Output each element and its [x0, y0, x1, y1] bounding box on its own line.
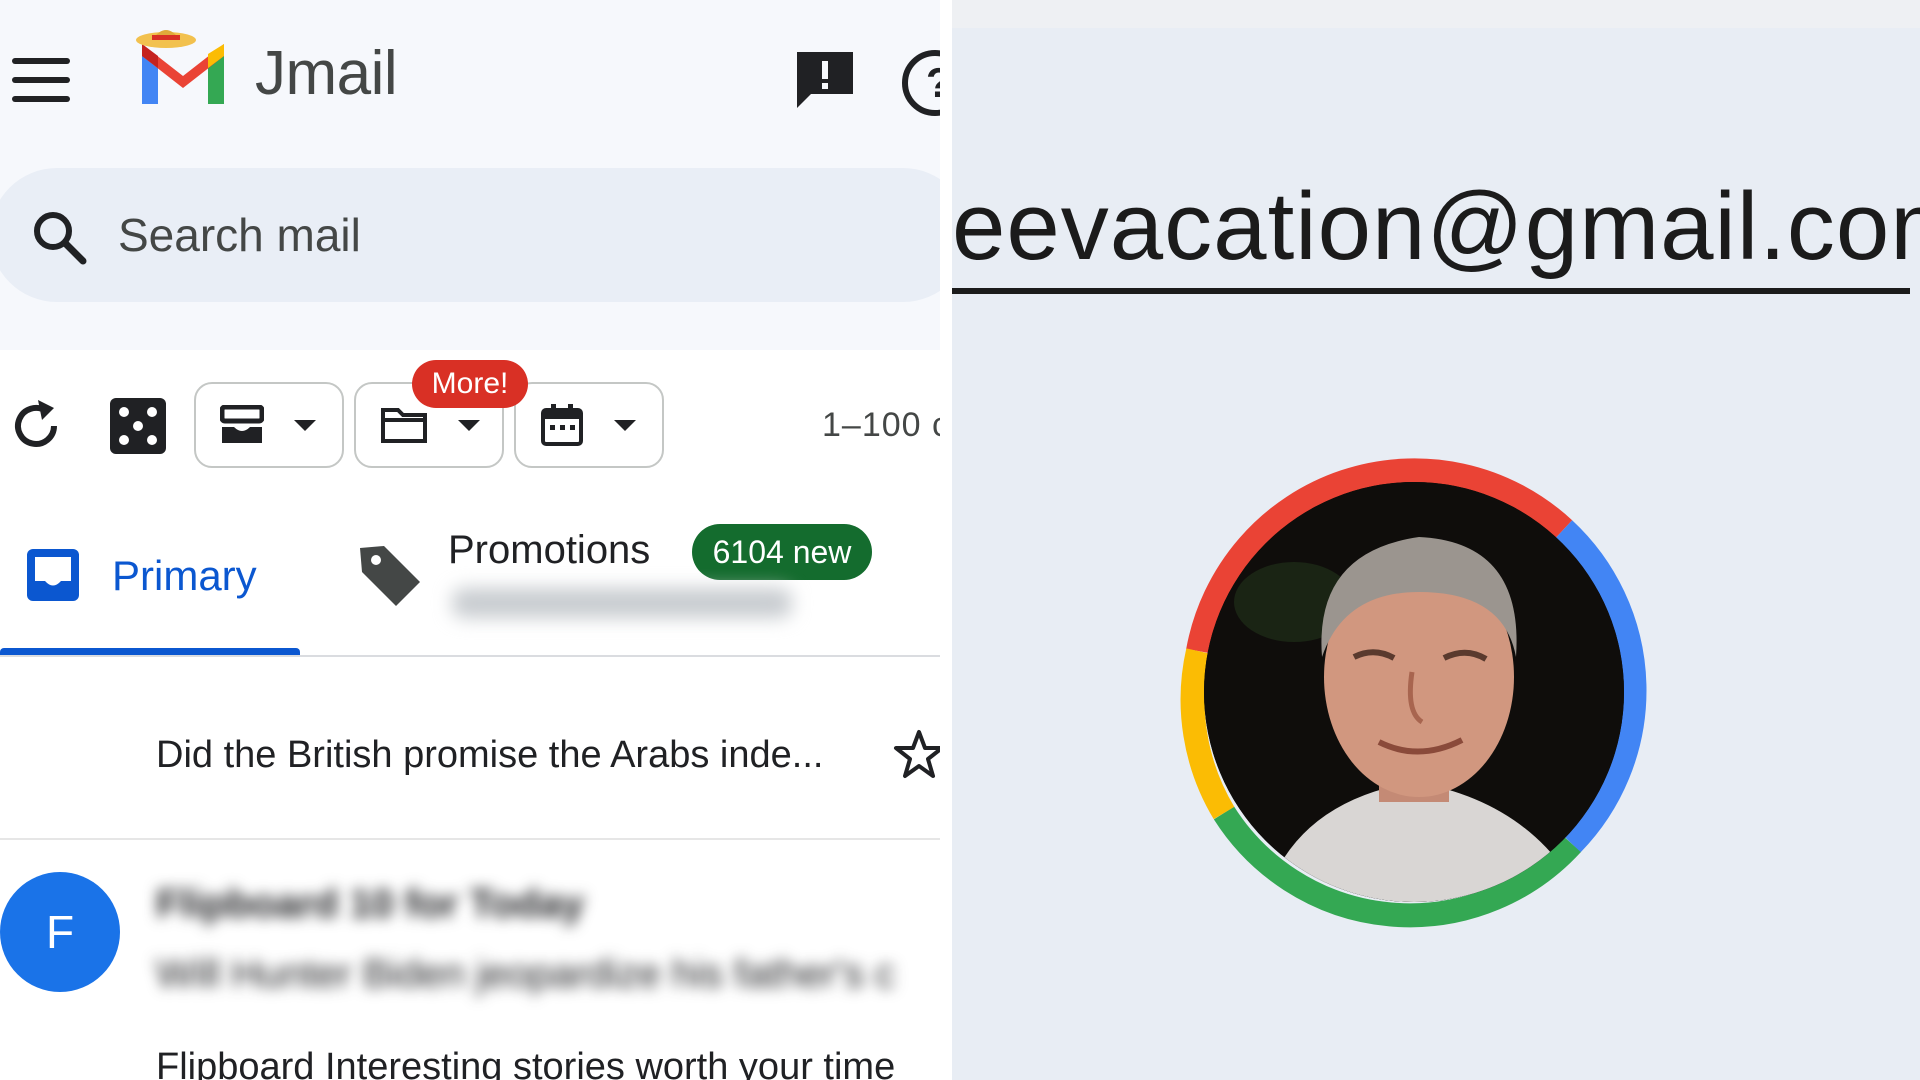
mail-sender: Flipboard 10 for Today — [156, 882, 585, 926]
mail-app-panel: Jmail ? More! — [0, 0, 940, 1080]
tab-primary-label: Primary — [112, 552, 257, 599]
search-icon[interactable] — [30, 208, 88, 266]
archive-tray-icon — [220, 405, 264, 443]
panel-divider — [940, 0, 952, 1080]
tab-primary[interactable]: Primary — [0, 508, 300, 658]
account-email: eevacation@gmail.com — [952, 173, 1920, 280]
app-title: Jmail — [255, 39, 398, 108]
archive-dropdown-button[interactable] — [194, 382, 344, 468]
search-input[interactable] — [118, 200, 818, 270]
tab-promotions-label: Promotions — [448, 528, 651, 572]
chevron-down-icon — [294, 419, 316, 431]
chevron-down-icon — [614, 419, 636, 431]
mail-snippet: Flipboard Interesting stories worth your… — [156, 1046, 896, 1080]
page-range: 1–100 c — [822, 406, 940, 444]
menu-icon-line — [12, 58, 70, 64]
top-strip — [952, 0, 1920, 28]
folder-icon — [381, 408, 427, 443]
feedback-icon[interactable] — [793, 48, 857, 112]
refresh-icon[interactable] — [8, 398, 64, 454]
more-badge: More! — [412, 360, 528, 408]
new-count-badge: 6104 new — [692, 524, 872, 580]
calendar-icon — [541, 404, 583, 446]
mail-row[interactable]: Did the British promise the Arabs inde..… — [0, 660, 940, 840]
mail-row[interactable]: F Flipboard 10 for Today Will Hunter Bid… — [0, 842, 940, 1080]
main-menu-button[interactable] — [12, 58, 70, 102]
menu-icon-line — [12, 77, 70, 83]
mail-subject: Will Hunter Biden jeopardize his father'… — [156, 952, 896, 996]
account-zoom-panel: eevacation@gmail.com — [952, 0, 1920, 1080]
inbox-icon — [27, 549, 79, 601]
mail-logo-icon[interactable] — [128, 22, 238, 112]
tab-promotions[interactable]: Promotions 6104 new — [340, 508, 940, 658]
menu-icon-line — [12, 96, 70, 102]
dice-icon[interactable] — [110, 398, 166, 454]
star-icon[interactable] — [892, 728, 940, 782]
search-bar[interactable] — [0, 168, 940, 302]
email-underline — [952, 288, 1910, 294]
tag-icon — [360, 546, 420, 606]
promotions-preview-blurred — [452, 588, 792, 618]
mail-subject: Did the British promise the Arabs inde..… — [156, 734, 824, 776]
profile-photo — [1204, 482, 1624, 902]
calendar-dropdown-button[interactable] — [514, 382, 664, 468]
sender-avatar: F — [0, 872, 120, 992]
chevron-down-icon — [458, 419, 480, 431]
